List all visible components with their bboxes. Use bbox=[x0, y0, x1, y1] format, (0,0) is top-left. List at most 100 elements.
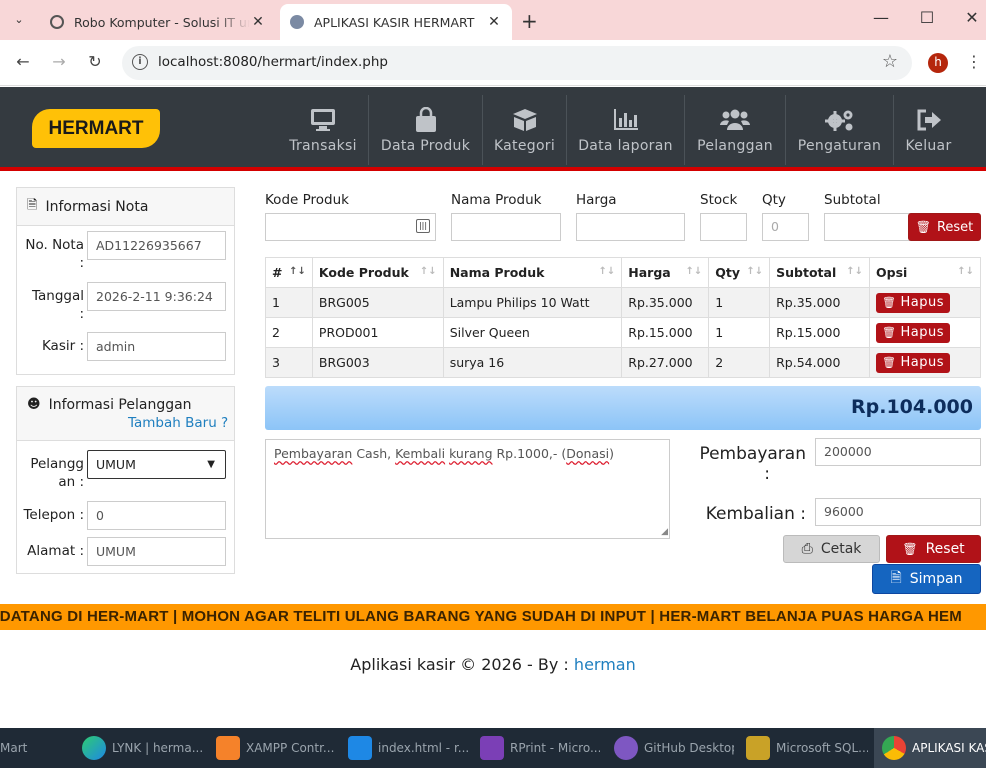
column-header[interactable]: Nama Produk ↑↓ bbox=[442, 257, 623, 288]
taskbar-item-edge[interactable]: LYNK | herma... bbox=[82, 728, 202, 768]
new-tab-icon[interactable]: + bbox=[521, 9, 538, 33]
kembalian-label: Kembalian : bbox=[705, 504, 806, 524]
catatan-textarea[interactable]: Pembayaran Cash, Kembali kurang Rp.1000,… bbox=[265, 439, 670, 539]
no-nota-field[interactable]: AD11226935667 bbox=[87, 231, 226, 260]
barcode-scan-icon[interactable]: ||| bbox=[416, 219, 430, 233]
kembalian-input[interactable]: 96000 bbox=[815, 498, 981, 526]
menu-data-laporan[interactable]: Data laporan bbox=[566, 95, 684, 165]
taskbar-item-mart[interactable]: Mart bbox=[0, 728, 70, 768]
hermart-favicon-icon bbox=[290, 15, 304, 29]
table-row: 3 BRG003 surya 16 Rp.27.000 2 Rp.54.000 … bbox=[265, 347, 981, 378]
taskbar-item-github[interactable]: GitHub Desktop bbox=[614, 728, 734, 768]
tanggal-label: Tanggal: bbox=[31, 288, 84, 322]
tambah-baru-link[interactable]: Tambah Baru ? bbox=[128, 415, 228, 431]
sort-icon: ↑↓ bbox=[957, 266, 974, 277]
cell-nama: Lampu Philips 10 Watt bbox=[442, 287, 623, 318]
menu-kategori[interactable]: Kategori bbox=[482, 95, 566, 165]
forward-icon[interactable]: → bbox=[48, 52, 70, 71]
sort-icon: ↑↓ bbox=[746, 266, 764, 277]
column-header[interactable]: Kode Produk ↑↓ bbox=[311, 257, 444, 288]
shopping-bag-icon bbox=[414, 106, 438, 134]
tab-search-icon[interactable]: ⌄ bbox=[8, 10, 30, 30]
back-icon[interactable]: ← bbox=[12, 52, 34, 71]
sort-icon: ↑↓ bbox=[289, 266, 306, 277]
column-header[interactable]: Harga ↑↓ bbox=[621, 257, 710, 288]
menu-label: Transaksi bbox=[289, 138, 357, 154]
reset-entry-button[interactable]: 🗑 Reset bbox=[908, 213, 981, 241]
visual-studio-icon bbox=[480, 736, 504, 760]
url-omnibox[interactable]: i localhost:8080/hermart/index.php ☆ bbox=[122, 46, 912, 80]
taskbar-item-chrome[interactable]: APLIKASI KASI bbox=[874, 728, 986, 768]
column-header[interactable]: # ↑↓ bbox=[265, 257, 313, 288]
tanggal-field[interactable]: 2026-2-11 9:36:24 bbox=[87, 282, 226, 311]
kode-produk-label: Kode Produk bbox=[265, 192, 349, 208]
column-header[interactable]: Opsi ↑↓ bbox=[869, 257, 981, 288]
cell-subtotal: Rp.35.000 bbox=[769, 287, 871, 318]
pelanggan-label: Pelangg an : bbox=[30, 456, 84, 490]
simpan-button[interactable]: 🗎 Simpan bbox=[872, 564, 981, 594]
trash-icon: 🗑 bbox=[882, 356, 897, 369]
menu-pelanggan[interactable]: Pelanggan bbox=[684, 95, 785, 165]
menu-label: Keluar bbox=[905, 138, 952, 154]
file-icon: 🗎 bbox=[27, 197, 38, 213]
subtotal-label: Subtotal bbox=[824, 192, 881, 208]
sort-icon: ↑↓ bbox=[846, 266, 864, 277]
minimize-icon[interactable]: — bbox=[871, 8, 891, 27]
cell-opsi: 🗑 Hapus bbox=[869, 287, 981, 318]
hapus-button[interactable]: 🗑 Hapus bbox=[876, 292, 951, 313]
subtotal-input[interactable] bbox=[824, 213, 912, 241]
box-icon bbox=[511, 106, 539, 134]
user-icon: ☻ bbox=[27, 397, 41, 412]
column-header[interactable]: Qty ↑↓ bbox=[708, 257, 771, 288]
menu-transaksi[interactable]: Transaksi bbox=[283, 95, 363, 165]
stock-input[interactable] bbox=[700, 213, 747, 241]
app-logo[interactable]: HERMART bbox=[32, 109, 160, 148]
table-row: 1 BRG005 Lampu Philips 10 Watt Rp.35.000… bbox=[265, 287, 981, 318]
pelanggan-select[interactable]: UMUM ▼ bbox=[87, 450, 226, 479]
kasir-field[interactable]: admin bbox=[87, 332, 226, 361]
cetak-button[interactable]: ⎙ Cetak bbox=[783, 535, 880, 563]
column-header[interactable]: Subtotal ↑↓ bbox=[769, 257, 871, 288]
close-tab-icon[interactable]: ✕ bbox=[250, 14, 266, 30]
site-info-icon[interactable]: i bbox=[132, 54, 148, 70]
harga-input[interactable] bbox=[576, 213, 685, 241]
close-tab-icon[interactable]: ✕ bbox=[486, 14, 502, 30]
url-text[interactable]: localhost:8080/hermart/index.php bbox=[158, 54, 388, 70]
kode-produk-input[interactable]: ||| bbox=[265, 213, 436, 241]
hapus-button[interactable]: 🗑 Hapus bbox=[876, 322, 951, 343]
menu-pengaturan[interactable]: Pengaturan bbox=[785, 95, 893, 165]
taskbar-item-xampp[interactable]: XAMPP Contr... bbox=[216, 728, 336, 768]
hapus-button[interactable]: 🗑 Hapus bbox=[876, 352, 951, 373]
reload-icon[interactable]: ↻ bbox=[84, 52, 106, 71]
telepon-field[interactable]: 0 bbox=[87, 501, 226, 530]
trash-icon: 🗑 bbox=[882, 326, 897, 339]
resize-handle-icon[interactable]: ◢ bbox=[661, 527, 668, 537]
browser-tab-strip: ⌄ Robo Komputer - Solusi IT untuk ✕ APLI… bbox=[0, 0, 986, 40]
pembayaran-input[interactable]: 200000 bbox=[815, 438, 981, 466]
os-taskbar: Mart LYNK | herma... XAMPP Contr... inde… bbox=[0, 728, 986, 768]
alamat-field[interactable]: UMUM bbox=[87, 537, 226, 566]
browser-menu-icon[interactable]: ⋮ bbox=[966, 52, 982, 71]
qty-input[interactable]: 0 bbox=[762, 213, 809, 241]
profile-avatar[interactable]: h bbox=[928, 53, 948, 73]
maximize-icon[interactable]: ☐ bbox=[917, 8, 937, 27]
nama-produk-input[interactable] bbox=[451, 213, 561, 241]
cell-harga: Rp.35.000 bbox=[621, 287, 710, 318]
cell-subtotal: Rp.15.000 bbox=[769, 317, 871, 348]
panel-header: ☻ Informasi Pelanggan bbox=[17, 387, 234, 441]
reset-payment-button[interactable]: 🗑 Reset bbox=[886, 535, 981, 563]
menu-label: Data laporan bbox=[578, 138, 673, 154]
running-text: T DATANG DI HER-MART | MOHON AGAR TELITI… bbox=[0, 608, 962, 625]
browser-tab-robo[interactable]: Robo Komputer - Solusi IT untuk ✕ bbox=[40, 4, 276, 40]
taskbar-item-vscode[interactable]: index.html - r... bbox=[348, 728, 468, 768]
close-window-icon[interactable]: ✕ bbox=[962, 8, 982, 27]
sign-out-icon bbox=[916, 106, 942, 134]
taskbar-item-sql[interactable]: Microsoft SQL... bbox=[746, 728, 868, 768]
tab-title: Robo Komputer - Solusi IT untuk bbox=[74, 14, 250, 30]
bookmark-star-icon[interactable]: ☆ bbox=[882, 51, 898, 72]
author-link[interactable]: herman bbox=[574, 655, 636, 674]
menu-keluar[interactable]: Keluar bbox=[893, 95, 963, 165]
menu-data-produk[interactable]: Data Produk bbox=[368, 95, 482, 165]
browser-tab-hermart[interactable]: APLIKASI KASIR HERMART ✕ bbox=[280, 4, 512, 40]
taskbar-item-visual-studio[interactable]: RPrint - Micro... bbox=[480, 728, 600, 768]
